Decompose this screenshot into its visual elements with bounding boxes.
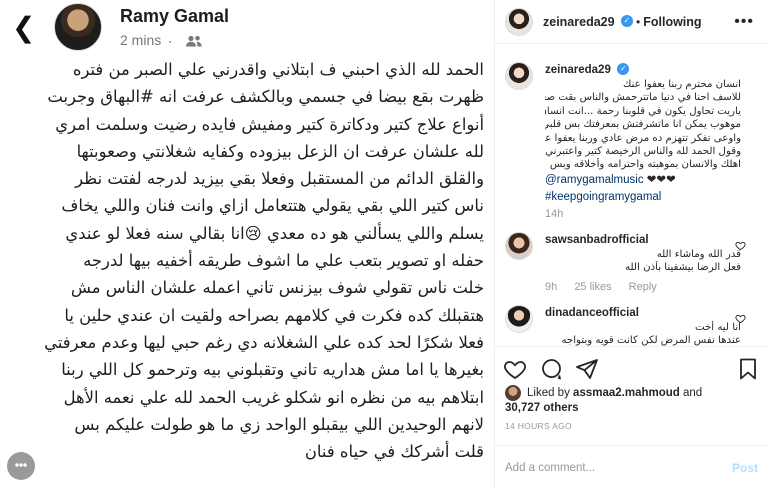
share-icon[interactable] bbox=[575, 357, 599, 381]
caption-line: اهلك والانسان بموهبته واحترامه وأخلاقه و… bbox=[549, 159, 741, 171]
post-comment-button[interactable]: Post bbox=[732, 461, 758, 475]
comment-text: قدر الله وماشاء الله فعل الرضا بيشفينا ب… bbox=[545, 248, 741, 275]
comment-icon[interactable] bbox=[539, 357, 563, 381]
comment-body: dinadanceofficial انا ليه أخت عندها نفس … bbox=[545, 303, 741, 346]
caption-text: انسان محترم ربنا يعفوا عنك للاسف احنا في… bbox=[545, 78, 741, 172]
post-text-line: ابتلاهم بيه من نظره انو شكلو غريب الحمد … bbox=[63, 387, 484, 407]
chat-bubble-icon bbox=[7, 452, 35, 480]
header-username[interactable]: zeinareda29 bbox=[543, 15, 615, 29]
caption-line: للاسف احنا في دنيا ماتترحمش والناس بقت ص… bbox=[545, 92, 741, 104]
comment-text: انا ليه أخت عندها نفس المرض لكن كانت قوي… bbox=[545, 321, 741, 346]
post-text-line: الحمد لله الذي احبني ف ابتلاني واقدرني ع… bbox=[72, 60, 484, 79]
post-meta: 2 mins · bbox=[120, 32, 203, 48]
post-text-line: والقلق الدائم من المستقبل وفعلا بقي بيزي… bbox=[75, 169, 484, 189]
avatar[interactable] bbox=[505, 304, 533, 333]
verified-badge-icon: ✓ bbox=[621, 15, 634, 28]
comment-line: قدر الله وماشاء الله bbox=[656, 248, 741, 260]
likes-summary: Liked by assmaa2.mahmoud and 30,727 othe… bbox=[505, 385, 702, 416]
likes-prefix: Liked by bbox=[527, 387, 570, 400]
comment-line: انا ليه أخت bbox=[694, 321, 741, 333]
add-comment-input[interactable] bbox=[505, 461, 732, 474]
reply-button[interactable]: Reply bbox=[629, 281, 657, 293]
hashtag-link[interactable]: #keepgoingramygamal bbox=[545, 188, 741, 206]
like-comment-heart-icon[interactable] bbox=[735, 313, 746, 324]
caption-line: انسان محترم ربنا يعفوا عنك bbox=[623, 79, 741, 90]
caption-line: واوعى تفكر تتهزم ده مرض عادي وربنا يعفوا… bbox=[545, 132, 741, 144]
following-button[interactable]: Following bbox=[643, 15, 701, 29]
hearts-emoji: ❤❤❤ bbox=[646, 173, 676, 186]
post-text-line: قلت أشركك في حياه فنان bbox=[304, 442, 484, 462]
add-comment-bar: Post bbox=[495, 445, 768, 489]
mention-line: @ramygamalmusic ❤❤❤ bbox=[545, 172, 741, 188]
post-text-line: ناس كتير اللي بقي يقولي هتتعامل ازاي وان… bbox=[61, 196, 484, 216]
post-text-line: ظهرت بقع بيضا في جسمي وبالكشف عرفت انه #… bbox=[47, 87, 484, 107]
post-timestamp[interactable]: 14 HOURS AGO bbox=[505, 421, 572, 431]
caption-line: موهوب يمكن انا ماتشرفتش بمعرفتك بس قلبي … bbox=[545, 119, 741, 131]
comment-line: فعل الرضا بيشفينا بأذن الله bbox=[625, 262, 741, 274]
facebook-post-header: ❮ Ramy Gamal 2 mins · bbox=[0, 0, 494, 58]
back-arrow-icon: ❮ bbox=[12, 12, 36, 43]
author-name: Ramy Gamal bbox=[120, 6, 230, 26]
instagram-sidebar: zeinareda29 ✓ • Following ••• zeinareda2… bbox=[494, 0, 768, 489]
more-options-icon[interactable]: ••• bbox=[734, 13, 754, 31]
author-avatar bbox=[54, 3, 102, 51]
liker-username[interactable]: assmaa2.mahmoud bbox=[573, 387, 680, 399]
avatar[interactable] bbox=[505, 231, 533, 260]
comment-time[interactable]: 9h bbox=[545, 281, 557, 293]
verified-badge-icon: ✓ bbox=[617, 62, 630, 75]
likes-others-count[interactable]: 30,727 others bbox=[505, 402, 579, 414]
meta-separator: · bbox=[168, 34, 173, 48]
post-text-line: فعلا شكرًا لحد كده علي الشغلانه دي رغم ح… bbox=[44, 332, 484, 352]
like-comment-heart-icon[interactable] bbox=[735, 240, 746, 251]
post-text-line: خلت ناس تقولي شوف بيزنس تاني اعمله علشان… bbox=[70, 278, 484, 298]
comment-likes[interactable]: 25 likes bbox=[574, 281, 611, 293]
post-text-line: بغيرها يا اما مش هداريه تاني وتقبلوني بي… bbox=[61, 360, 484, 380]
post-header: zeinareda29 ✓ • Following ••• bbox=[495, 0, 768, 44]
comment-username[interactable]: sawsanbadrofficial bbox=[545, 234, 649, 246]
comment-body: sawsanbadrofficial قدر الله وماشاء الله … bbox=[545, 230, 741, 293]
caption: zeinareda29 ✓ انسان محترم ربنا يعفوا عنك… bbox=[505, 60, 760, 220]
caption-body: zeinareda29 ✓ انسان محترم ربنا يعفوا عنك… bbox=[545, 60, 741, 220]
post-image: ❮ Ramy Gamal 2 mins · الحمد لله الذي احب… bbox=[0, 0, 494, 489]
avatar[interactable] bbox=[505, 62, 533, 90]
post-text-line: حفله او تصوير بتعب علي ما اشوف طريقه أخف… bbox=[83, 251, 484, 271]
post-text: الحمد لله الذي احبني ف ابتلاني واقدرني ع… bbox=[6, 56, 484, 465]
post-text-line: يسلم واللي يسألني هو ده معدي 😢انا بقالي … bbox=[65, 223, 484, 243]
mention-link[interactable]: @ramygamalmusic bbox=[545, 174, 644, 186]
friends-icon bbox=[186, 36, 202, 47]
comment: dinadanceofficial انا ليه أخت عندها نفس … bbox=[505, 303, 760, 346]
caption-meta: 14h bbox=[545, 208, 741, 220]
post-text-line: أنواع علاج كتير ودكاترة كتير ومفيش فايده… bbox=[55, 114, 484, 134]
likes-connector: and bbox=[683, 387, 703, 400]
caption-line: ياريت تحاول يكون في قلوبنا رحمة ...انت ا… bbox=[545, 105, 741, 117]
caption-username[interactable]: zeinareda29 bbox=[545, 64, 611, 76]
comment-username[interactable]: dinadanceofficial bbox=[545, 307, 639, 319]
comment-meta: 9h 25 likes Reply bbox=[545, 281, 741, 293]
liker-avatar[interactable] bbox=[505, 385, 521, 401]
caption-time[interactable]: 14h bbox=[545, 208, 563, 220]
post-text-line: لله علشان عرفت ان الزعل بيزوده وكفايه شغ… bbox=[76, 141, 484, 161]
caption-line: وقول الحمد لله والناس الرخيصة كتير واعتب… bbox=[545, 146, 741, 158]
bookmark-icon[interactable] bbox=[736, 357, 760, 381]
post-text-line: لانهم الوحيدين اللي بيقبلو الواحد زي ما … bbox=[74, 414, 484, 434]
post-actions bbox=[495, 346, 768, 386]
comment-line: عندها نفس المرض لكن كانت قويه وبتواجه bbox=[561, 335, 741, 346]
comments-section[interactable]: zeinareda29 ✓ انسان محترم ربنا يعفوا عنك… bbox=[495, 60, 768, 346]
post-text-line: هتقبلك كده فكرت في كلامهم بصراحه ولقيت ا… bbox=[64, 305, 484, 325]
header-user: zeinareda29 ✓ bbox=[543, 13, 634, 31]
like-heart-icon[interactable] bbox=[503, 357, 527, 381]
header-separator: • bbox=[636, 14, 641, 29]
comment: sawsanbadrofficial قدر الله وماشاء الله … bbox=[505, 230, 760, 293]
avatar[interactable] bbox=[505, 7, 533, 36]
post-time: 2 mins bbox=[120, 32, 162, 48]
